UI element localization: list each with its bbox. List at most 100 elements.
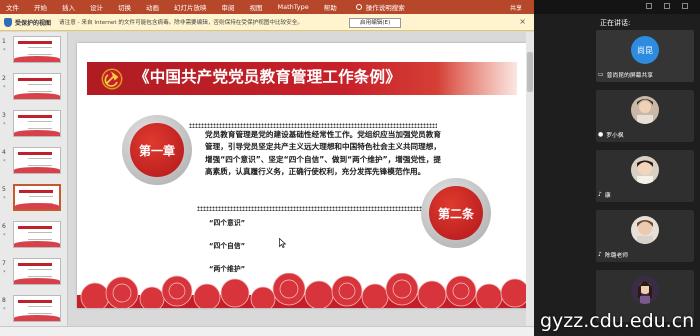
list-item: “四个自信” (209, 242, 246, 250)
maximize-icon[interactable] (664, 3, 670, 9)
participant-name-bar: ▭ 曾尚昆的屏幕共享 (598, 70, 653, 79)
slide-number: 7 (2, 260, 6, 267)
slide-title: 《中国共产党党员教育管理工作条例》 (134, 68, 401, 86)
avatar: 尚昆 (631, 36, 659, 64)
powerpoint-window: 文件 开始 插入 设计 切换 动画 幻灯片放映 审阅 视图 MathType 帮… (0, 0, 534, 336)
slide-thumbnail[interactable] (13, 110, 61, 137)
slide-number: 5 (2, 186, 6, 193)
tell-me-label: 操作说明搜索 (365, 4, 405, 12)
thumbnail-row[interactable]: 1 * (0, 32, 68, 66)
slide-thumbnail[interactable] (13, 221, 61, 248)
tell-me-search[interactable]: 操作说明搜索 (355, 2, 420, 12)
animation-marker: * (3, 85, 6, 91)
party-emblem-icon (101, 68, 123, 90)
scrollbar-thumb[interactable] (527, 52, 533, 92)
animation-marker: * (3, 196, 6, 202)
protected-view-message: 请注意 - 来自 Internet 的文件可能包含病毒。除非需要编辑，否则保持在… (59, 20, 303, 26)
chapter-one-label: 第一章 (130, 123, 184, 177)
slide-number: 2 (2, 75, 6, 82)
vertical-scrollbar[interactable] (526, 32, 534, 326)
participant-name: 罗小枫 (606, 133, 624, 139)
tab-slideshow[interactable]: 幻灯片放映 (174, 2, 207, 12)
shield-icon (4, 17, 12, 27)
tab-animations[interactable]: 动画 (146, 2, 159, 12)
enable-editing-button[interactable]: 启用编辑(E) (349, 18, 402, 28)
avatar (631, 216, 659, 244)
animation-marker: * (3, 48, 6, 54)
lightbulb-icon (355, 4, 362, 10)
slide-number: 1 (2, 38, 6, 45)
list-item: “四个意识” (209, 219, 246, 227)
avatar (631, 96, 659, 124)
ribbon-tab-bar: 文件 开始 插入 设计 切换 动画 幻灯片放映 审阅 视图 MathType 帮… (0, 0, 534, 14)
participant-name-bar: ● 罗小枫 (598, 130, 624, 139)
slide-canvas[interactable]: 《中国共产党党员教育管理工作条例》 第一章 党员教育管理是党的建设基础性经常性工… (77, 43, 527, 308)
meeting-participants-panel: 正在讲话: 尚昆 ▭ 曾尚昆的屏幕共享 ● 罗小枫 ♪ 康 ♪ 陈璐老师 (534, 0, 700, 336)
slide-thumbnail[interactable] (13, 73, 61, 100)
status-bar (0, 326, 534, 336)
tab-file[interactable]: 文件 (6, 2, 19, 12)
article-two-label: 第二条 (429, 186, 483, 240)
avatar (631, 156, 659, 184)
participant-name: 陈璐老师 (604, 253, 629, 259)
tab-help[interactable]: 帮助 (324, 2, 337, 12)
tab-insert[interactable]: 插入 (62, 2, 75, 12)
thumbnail-row[interactable]: 2 * (0, 69, 68, 103)
slide-thumbnail[interactable] (13, 147, 61, 174)
article-two-badge: 第二条 (421, 178, 491, 248)
mic-icon: ♪ (598, 251, 602, 258)
participant-name-bar: ♪ 康 (598, 190, 611, 199)
slide-thumbnail[interactable] (13, 295, 61, 322)
avatar-initials: 尚昆 (637, 45, 653, 55)
protected-view-title: 受保护的视图 (15, 19, 52, 27)
tab-transitions[interactable]: 切换 (118, 2, 131, 12)
title-banner-fade (437, 62, 517, 95)
thumbnail-row[interactable]: 8 * (0, 291, 68, 325)
tab-review[interactable]: 审阅 (222, 2, 235, 12)
slide-thumbnail[interactable] (13, 36, 61, 63)
slide-number: 6 (2, 223, 6, 230)
chapter-one-badge: 第一章 (122, 115, 192, 185)
animation-marker: * (3, 122, 6, 128)
participant-tile[interactable]: ● 罗小枫 (596, 90, 694, 142)
participant-name: 曾尚昆的屏幕共享 (606, 73, 654, 79)
close-icon[interactable]: × (519, 17, 526, 26)
slide-number: 3 (2, 112, 6, 119)
screen-share-icon: ▭ (598, 71, 604, 78)
dotted-divider (197, 206, 429, 211)
participant-name: 康 (604, 193, 611, 199)
tab-design[interactable]: 设计 (90, 2, 103, 12)
participant-tile[interactable]: 尚昆 ▭ 曾尚昆的屏幕共享 (596, 30, 694, 82)
animation-marker: * (3, 307, 6, 313)
tab-home[interactable]: 开始 (34, 2, 47, 12)
thumbnail-row[interactable]: 7 * (0, 254, 68, 288)
animation-marker: * (3, 270, 6, 276)
thumbnail-row[interactable]: 4 * (0, 143, 68, 177)
animation-marker: * (3, 159, 6, 165)
auspicious-cloud-decoration (77, 273, 527, 308)
thumbnail-row[interactable]: 3 * (0, 106, 68, 140)
slide-thumbnail-selected[interactable] (13, 184, 61, 211)
slide-number: 8 (2, 297, 6, 304)
thumbnail-row[interactable]: 5 * (0, 180, 68, 214)
minimize-icon[interactable] (646, 3, 652, 9)
dotted-divider (189, 123, 437, 128)
mic-icon: ♪ (598, 191, 602, 198)
participant-name-bar: ♪ 陈璐老师 (598, 250, 628, 259)
participant-tile[interactable]: ♪ 康 (596, 150, 694, 202)
mouse-cursor-icon (279, 238, 287, 248)
avatar (631, 276, 659, 304)
thumbnail-row[interactable]: 6 * (0, 217, 68, 251)
panel-title-bar (534, 0, 700, 14)
close-window-icon[interactable] (682, 3, 688, 9)
tab-view[interactable]: 视图 (250, 2, 263, 12)
slide-thumbnail-pane: 1 * 2 * 3 * 4 * 5 * 6 * 7 * 8 * (0, 32, 68, 336)
share-button[interactable]: 共享 (510, 3, 522, 12)
slide-thumbnail[interactable] (13, 258, 61, 285)
slide-body-text: 党员教育管理是党的建设基础性经常性工作。党组织应当加强党员教育管理，引导党员坚定… (205, 130, 441, 177)
participant-tile[interactable]: ♪ 陈璐老师 (596, 210, 694, 262)
speaking-label: 正在讲话: (600, 19, 631, 27)
tab-mathtype[interactable]: MathType (278, 3, 309, 11)
animation-marker: * (3, 233, 6, 239)
site-watermark: gyzz.cdu.edu.cn (540, 310, 695, 332)
